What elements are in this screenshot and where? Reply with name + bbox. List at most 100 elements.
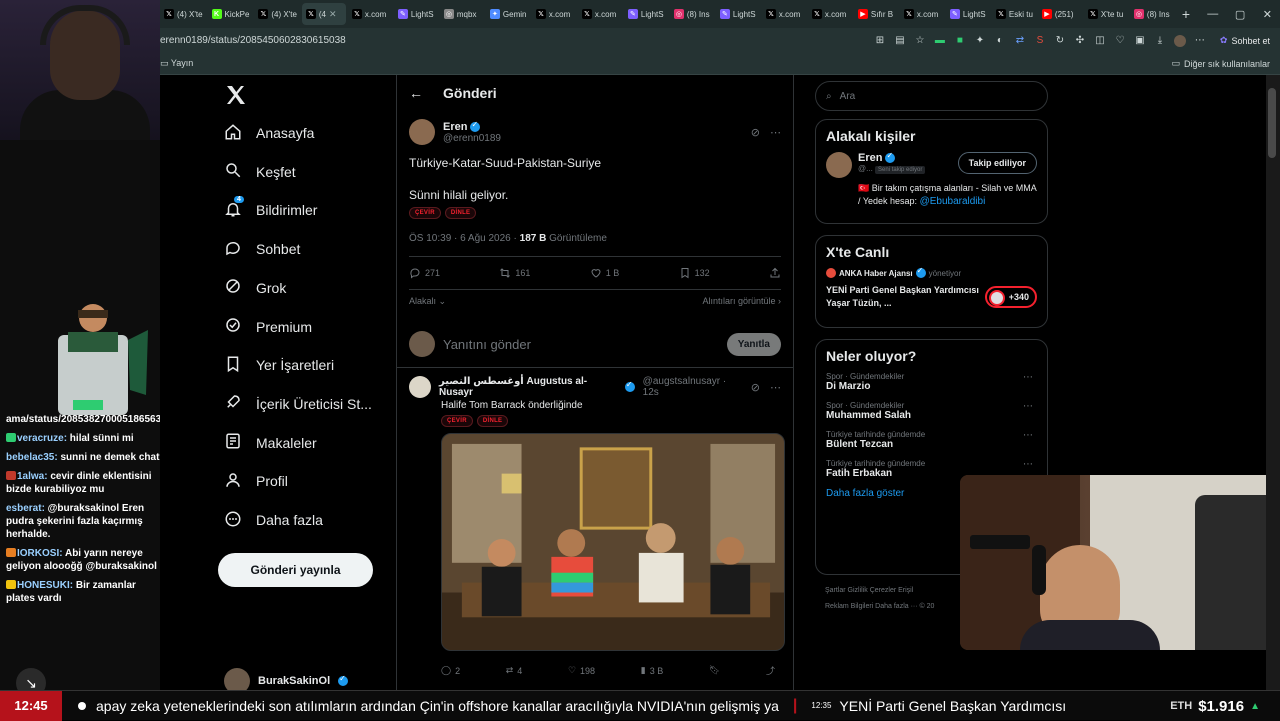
author-handle[interactable]: @erenn0189 xyxy=(443,133,501,144)
more-options-icon[interactable]: ⋯ xyxy=(770,381,781,394)
nav-item-anasayfa[interactable]: Anasayfa xyxy=(224,114,314,152)
browser-tab[interactable]: 𝕏 Eski tu xyxy=(992,3,1036,25)
like-action[interactable]: ♡ 198 xyxy=(568,664,595,677)
nav-item-daha-fazla[interactable]: Daha fazla xyxy=(224,501,323,539)
browser-tab[interactable]: ✎ LightS xyxy=(946,3,990,25)
extension-icon[interactable]: ⇄ xyxy=(1014,35,1026,47)
browser-tab[interactable]: 𝕏x.com xyxy=(808,3,852,25)
bookmark-yayin[interactable]: ▭ Yayın xyxy=(160,58,193,69)
listen-chip[interactable]: DİNLE xyxy=(444,207,477,219)
avatar[interactable] xyxy=(826,152,852,178)
browser-tab[interactable]: 𝕏x.com xyxy=(532,3,576,25)
post-button[interactable]: Gönderi yayınla xyxy=(218,553,373,587)
following-button[interactable]: Takip ediliyor xyxy=(957,152,1037,174)
browser-tab[interactable]: 𝕏 (4 ✕ xyxy=(301,3,346,25)
person-name[interactable]: Eren xyxy=(858,152,882,164)
extension-icon[interactable]: ✦ xyxy=(974,35,986,47)
sort-dropdown[interactable]: Alakalı ⌄ xyxy=(409,296,446,307)
live-source[interactable]: ANKA Haber Ajansıyönetiyor xyxy=(826,266,1037,278)
views-action[interactable]: ▮ 3 B xyxy=(641,664,663,677)
search-input[interactable]: Ara xyxy=(840,91,856,102)
collections-icon[interactable]: ▣ xyxy=(1134,35,1146,47)
retweet-action[interactable]: ⇄ 4 xyxy=(506,664,523,677)
browser-tab[interactable]: ✎ LightS xyxy=(394,3,438,25)
close-tab-icon[interactable]: ✕ xyxy=(329,9,337,20)
split-view-icon[interactable]: ◫ xyxy=(1094,35,1106,47)
live-listeners-badge[interactable]: +340 xyxy=(984,286,1037,308)
browser-tab[interactable]: ✎ LightS xyxy=(716,3,760,25)
bookmark-other[interactable]: ▭ Diğer sık kullanılanlar xyxy=(1171,58,1280,69)
url-field[interactable]: erenn0189/status/2085450602830615038 xyxy=(160,35,870,46)
nav-item-premium[interactable]: Premium xyxy=(224,308,312,346)
menu-icon[interactable]: ⋯ xyxy=(1194,35,1206,47)
nav-item-sohbet[interactable]: Sohbet xyxy=(224,230,300,268)
browser-tab[interactable]: ◎ (8) Ins xyxy=(670,3,714,25)
nav-item-bildirimler[interactable]: 4 Bildirimler xyxy=(224,191,317,229)
more-options-icon[interactable]: ⋯ xyxy=(1023,372,1033,383)
bio-link[interactable]: @Ebubaraldibi xyxy=(920,196,986,207)
reply-button[interactable]: Yanıtla xyxy=(726,332,781,356)
browser-tab[interactable]: ◎ mqbx xyxy=(440,3,484,25)
browser-tab[interactable]: ◎ (8) Ins xyxy=(1130,3,1174,25)
reply-tweet[interactable]: أوغسطس النصير Augustus al-Nusayr @augsts… xyxy=(397,368,793,685)
profile-avatar-icon[interactable] xyxy=(1173,34,1186,47)
view-quotes-link[interactable]: Alıntıları görüntüle › xyxy=(702,296,781,307)
trend-item[interactable]: Türkiye tarihinde gündemde Bülent Tezcan ⋯ xyxy=(826,430,1037,450)
translate-icon[interactable]: ⊞ xyxy=(874,35,886,47)
browser-tab[interactable]: 𝕏x.com xyxy=(348,3,392,25)
extension-icon[interactable]: ▬ xyxy=(934,35,946,47)
translate-chip[interactable]: ÇEVİR xyxy=(409,207,441,219)
bookmark-action[interactable]: 🔖︎ xyxy=(709,664,720,677)
new-tab-icon[interactable]: + xyxy=(1176,6,1196,22)
like-action[interactable]: 1 B xyxy=(590,267,619,279)
extension-icon[interactable]: ■ xyxy=(954,35,966,47)
reader-icon[interactable]: ▤ xyxy=(894,35,906,47)
browser-tab[interactable]: ▶ Sıfır B xyxy=(854,3,898,25)
browser-tab[interactable]: 𝕏 (4) X'te xyxy=(160,3,206,25)
share-action[interactable]: ⤴ xyxy=(766,664,775,677)
nav-item-grok[interactable]: Grok xyxy=(224,269,286,307)
browser-tab[interactable]: 𝕏x.com xyxy=(578,3,622,25)
trend-item[interactable]: Spor · Gündemdekiler Muhammed Salah ⋯ xyxy=(826,401,1037,421)
more-options-icon[interactable]: ⋯ xyxy=(770,126,781,139)
star-icon[interactable]: ☆ xyxy=(914,35,926,47)
listen-chip[interactable]: DİNLE xyxy=(476,415,509,427)
bookmark-action[interactable]: 132 xyxy=(679,267,710,279)
browser-tab[interactable]: ✦ Gemin xyxy=(486,3,530,25)
search-box[interactable]: ⌕ Ara xyxy=(815,81,1048,111)
back-arrow-icon[interactable]: ← xyxy=(409,85,423,101)
scroll-thumb[interactable] xyxy=(1268,88,1276,158)
avatar[interactable] xyxy=(409,376,431,398)
translate-chip[interactable]: ÇEVİR xyxy=(441,415,473,427)
nav-item-yer-i-şaretleri[interactable]: Yer İşaretleri xyxy=(224,346,334,384)
author-name[interactable]: Eren xyxy=(443,121,467,133)
browser-tab[interactable]: 𝕏x.com xyxy=(900,3,944,25)
reply-action[interactable]: ◯ 2 xyxy=(441,664,460,677)
browser-tab[interactable]: ✎ LightS xyxy=(624,3,668,25)
share-action[interactable] xyxy=(769,267,781,279)
reply-action[interactable]: 271 xyxy=(409,267,440,279)
browser-tab[interactable]: ▶ (251) xyxy=(1038,3,1082,25)
more-options-icon[interactable]: ⋯ xyxy=(1023,401,1033,412)
footer-links[interactable]: Şartlar Gizlilik Çerezler Erişil Reklam … xyxy=(825,583,934,615)
copilot-button[interactable]: ✿ Sohbet et xyxy=(1210,35,1280,46)
browser-tab[interactable]: 𝕏 X'te tu xyxy=(1084,3,1128,25)
minimize-icon[interactable]: — xyxy=(1200,8,1225,20)
trend-item[interactable]: Spor · Gündemdekiler Di Marzio ⋯ xyxy=(826,372,1037,392)
more-options-icon[interactable]: ⋯ xyxy=(1023,459,1033,470)
live-headline[interactable]: YENİ Parti Genel Başkan Yardımcısı Yaşar… xyxy=(826,284,985,310)
more-options-icon[interactable]: ⋯ xyxy=(1023,430,1033,441)
grok-icon[interactable]: ⊘ xyxy=(751,381,760,394)
author-name[interactable]: أوغسطس النصير Augustus al-Nusayr xyxy=(439,376,617,398)
nav-item-makaleler[interactable]: Makaleler xyxy=(224,424,317,462)
close-window-icon[interactable]: ✕ xyxy=(1255,8,1280,21)
maximize-icon[interactable]: ▢ xyxy=(1227,8,1252,21)
reply-input[interactable]: Yanıtını gönder xyxy=(443,337,719,352)
tweet-image[interactable] xyxy=(441,433,785,651)
download-icon[interactable]: ⤓ xyxy=(1154,35,1166,47)
browser-tab[interactable]: 𝕏 (4) X'te xyxy=(254,3,300,25)
browser-tab[interactable]: 𝕏x.com xyxy=(762,3,806,25)
avatar[interactable] xyxy=(409,119,435,145)
page-scrollbar[interactable] xyxy=(1266,75,1280,690)
extension-icon[interactable]: ◐ xyxy=(994,35,1006,47)
